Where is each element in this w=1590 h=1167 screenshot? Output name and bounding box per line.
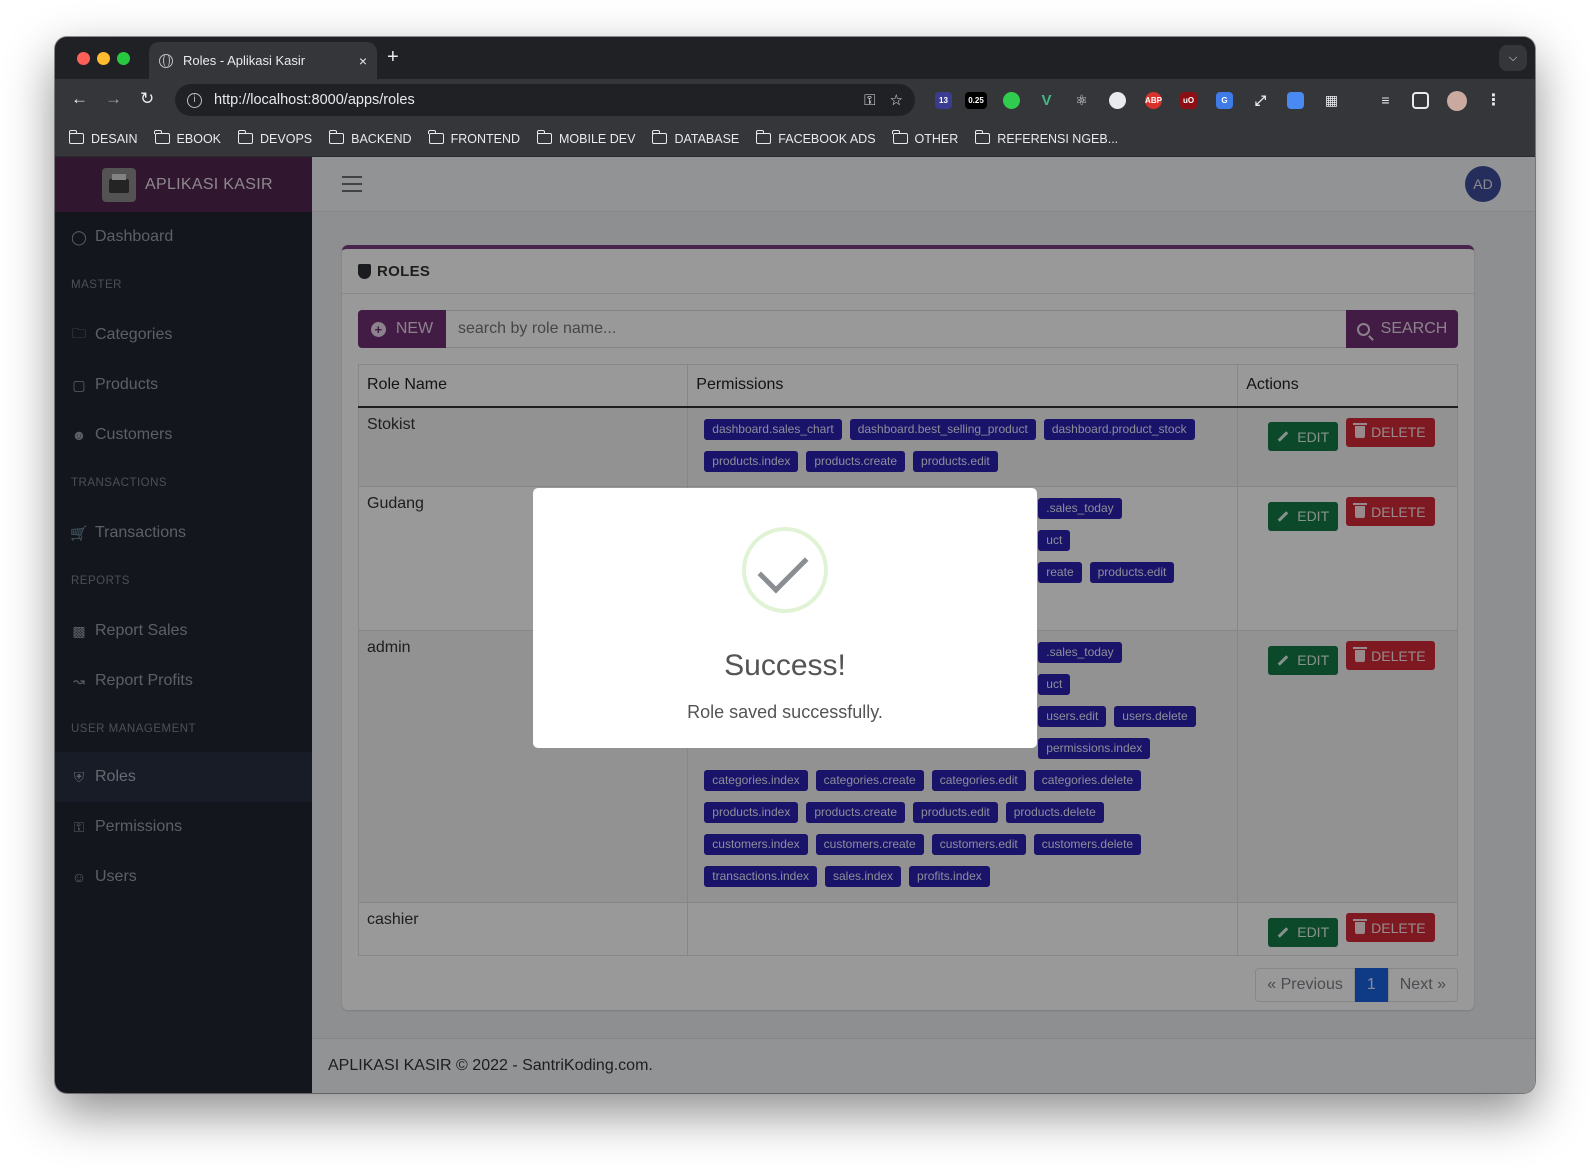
tab-search-button[interactable]: ⌵: [1499, 45, 1527, 71]
folder-icon: [237, 130, 254, 144]
browser-toolbar: ← → ↻ i http://localhost:8000/apps/roles…: [55, 79, 1535, 121]
url-text: http://localhost:8000/apps/roles: [214, 92, 415, 108]
bookmark-folder[interactable]: BACKEND: [328, 130, 412, 146]
bookmark-folder[interactable]: DESAIN: [68, 130, 138, 146]
close-window-button[interactable]: [77, 52, 90, 65]
browser-window: Roles - Aplikasi Kasir × + ⌵ ← → ↻ i htt…: [55, 37, 1535, 1093]
new-tab-button[interactable]: +: [387, 46, 399, 69]
dialog-title: Success!: [724, 649, 846, 682]
success-dialog: Success! Role saved successfully.: [533, 488, 1037, 748]
vue-devtools-icon[interactable]: V: [1038, 92, 1055, 109]
checkmark-icon: [757, 542, 809, 594]
extension-icon[interactable]: 13: [935, 92, 952, 109]
bookmark-folder[interactable]: OTHER: [892, 130, 958, 146]
site-info-icon[interactable]: i: [187, 92, 202, 108]
tab-strip: Roles - Aplikasi Kasir × + ⌵: [55, 37, 1535, 79]
bookmark-folder[interactable]: DATABASE: [651, 130, 739, 146]
folder-icon: [974, 130, 991, 144]
key-icon[interactable]: ⚿: [864, 92, 875, 109]
bookmark-star-icon[interactable]: ☆: [890, 91, 903, 109]
forward-icon[interactable]: →: [105, 89, 122, 109]
folder-icon: [68, 130, 84, 144]
translate-icon[interactable]: G: [1216, 92, 1233, 109]
circle-extension-icon[interactable]: [1109, 92, 1126, 109]
tab-close-icon[interactable]: ×: [359, 53, 367, 69]
bookmark-folder[interactable]: EBOOK: [154, 130, 221, 146]
folder-icon: [428, 130, 444, 144]
bookmark-folder[interactable]: REFERENSI NGEB...: [974, 130, 1118, 146]
reload-icon[interactable]: ↻: [140, 89, 154, 109]
tab-title: Roles - Aplikasi Kasir: [183, 53, 306, 68]
success-check-icon: [742, 527, 828, 613]
browser-tab[interactable]: Roles - Aplikasi Kasir ×: [149, 42, 377, 79]
bookmarks-bar: DESAIN EBOOK DEVOPS BACKEND FRONTEND MOB…: [55, 121, 1535, 157]
green-dot-extension-icon[interactable]: [1003, 92, 1020, 109]
folder-icon: [755, 130, 772, 144]
bookmark-folder[interactable]: MOBILE DEV: [536, 130, 635, 146]
bookmark-folder[interactable]: FRONTEND: [428, 130, 520, 146]
media-control-icon[interactable]: ≡: [1377, 92, 1394, 109]
app-page: APLIKASI KASIR ◯ Dashboard MASTER 🗀 Cate…: [55, 157, 1535, 1093]
folder-icon: [892, 130, 908, 144]
maximize-window-button[interactable]: [117, 52, 130, 65]
extension-icon[interactable]: 0.25: [965, 92, 987, 109]
profile-avatar-icon[interactable]: [1447, 91, 1467, 111]
expand-icon[interactable]: ⤢: [1252, 92, 1269, 109]
bookmark-folder[interactable]: DEVOPS: [237, 130, 312, 146]
minimize-window-button[interactable]: [97, 52, 110, 65]
dialog-message: Role saved successfully.: [687, 702, 883, 722]
globe-icon: [159, 53, 173, 68]
folder-icon: [651, 130, 668, 144]
react-devtools-icon[interactable]: ⚛: [1073, 92, 1090, 109]
folder-icon: [536, 130, 553, 144]
extensions-puzzle-icon[interactable]: ▦: [1323, 92, 1340, 109]
ublock-icon[interactable]: uO: [1180, 92, 1197, 109]
address-bar[interactable]: i http://localhost:8000/apps/roles ⚿ ☆: [175, 84, 915, 116]
adblock-icon[interactable]: ABP: [1145, 92, 1162, 109]
side-panel-icon[interactable]: [1412, 92, 1429, 109]
folder-icon: [328, 130, 345, 144]
menu-kebab-icon[interactable]: ⋮: [1485, 92, 1502, 109]
folder-icon: [154, 130, 170, 144]
docs-extension-icon[interactable]: [1287, 92, 1304, 109]
bookmark-folder[interactable]: FACEBOOK ADS: [755, 130, 876, 146]
back-icon[interactable]: ←: [71, 89, 88, 109]
